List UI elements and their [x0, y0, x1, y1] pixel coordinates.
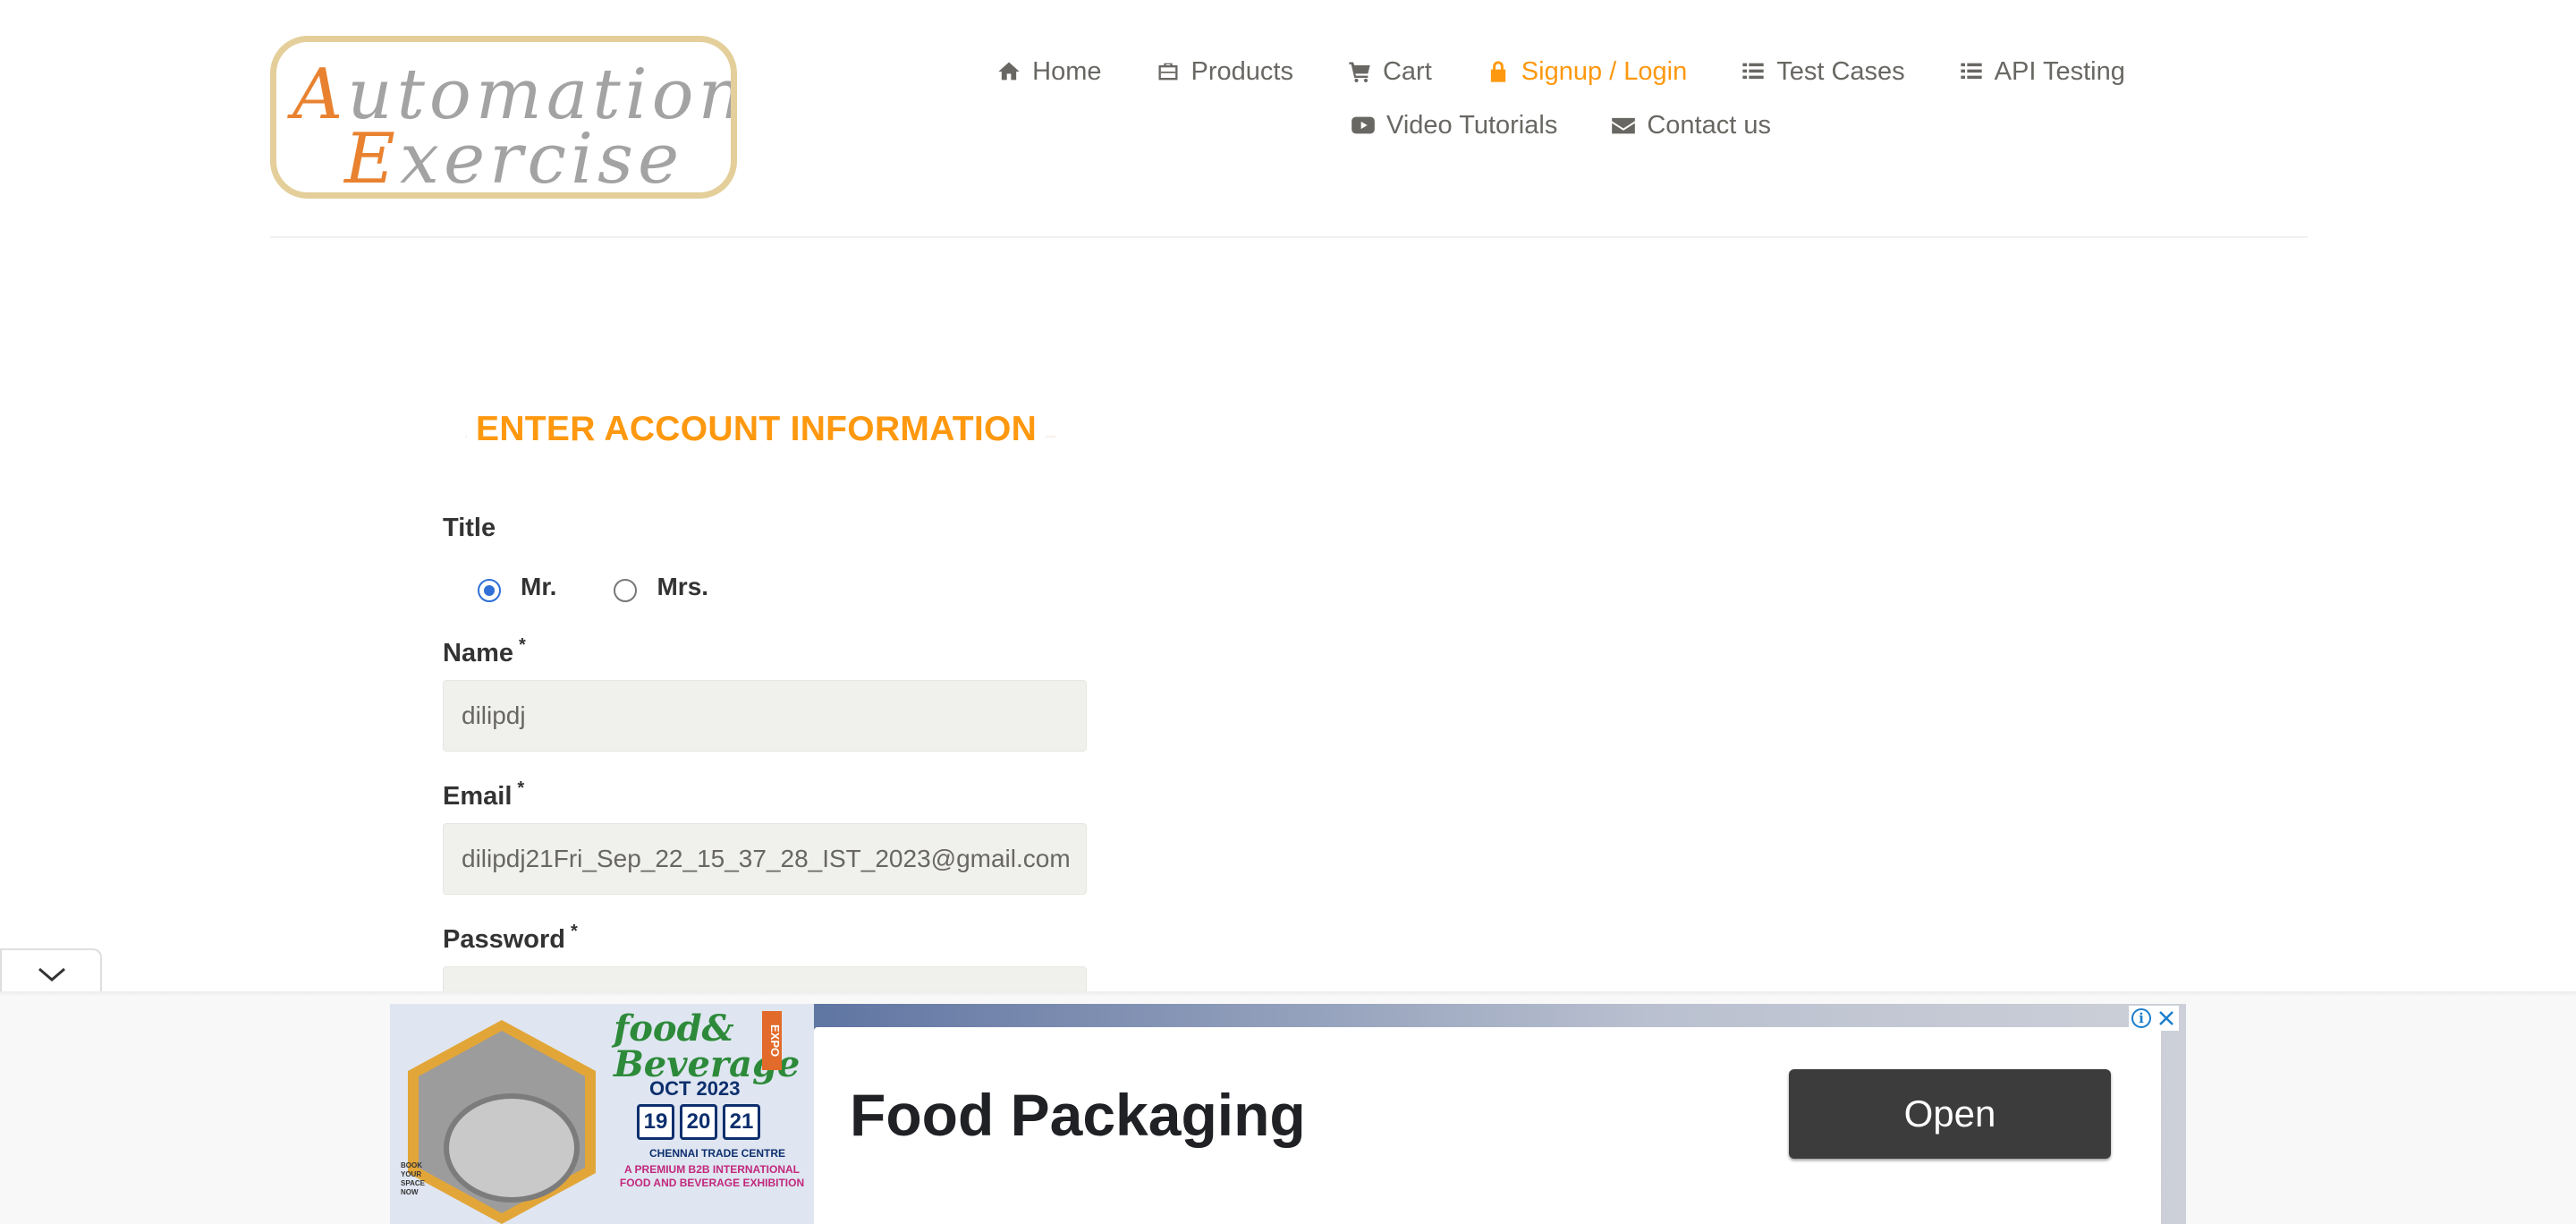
title-mr-radio[interactable]: Mr.	[478, 573, 557, 602]
youtube-play-icon	[1352, 116, 1375, 134]
nav-products-label: Products	[1191, 56, 1293, 86]
nav-video-tutorials-label: Video Tutorials	[1386, 110, 1558, 140]
nav-home-label: Home	[1032, 56, 1102, 86]
logo-word-exercise: Exercise	[344, 119, 684, 199]
envelope-icon	[1612, 117, 1636, 134]
nav-signup-login[interactable]: Signup / Login	[1486, 57, 1687, 87]
ad-day: 19	[637, 1104, 674, 1140]
ad-book-text: BOOK YOUR SPACE NOW	[401, 1161, 425, 1196]
home-icon	[998, 62, 1020, 81]
nav-row-1: Home Products Cart Signup / Login Test C…	[984, 47, 2138, 97]
password-label-group: Password *	[443, 922, 578, 955]
ad-days: 19 20 21	[637, 1104, 760, 1140]
nav-cart-label: Cart	[1382, 56, 1432, 86]
required-marker: *	[519, 635, 526, 655]
required-marker: *	[571, 922, 578, 941]
required-marker: *	[517, 778, 525, 798]
name-field[interactable]: dilipdj	[443, 680, 1087, 752]
nav-contact-us-label: Contact us	[1647, 110, 1771, 140]
main-nav: Home Products Cart Signup / Login Test C…	[984, 47, 2138, 150]
name-label-group: Name *	[443, 635, 526, 668]
nav-home[interactable]: Home	[996, 56, 1102, 87]
title-radio-group: Mr. Mrs.	[478, 573, 766, 602]
radio-mrs-unchecked[interactable]	[614, 579, 638, 602]
briefcase-icon	[1158, 63, 1178, 81]
title-mrs-radio[interactable]: Mrs.	[614, 573, 709, 602]
ad-collapse-tab[interactable]	[0, 948, 102, 995]
nav-products[interactable]: Products	[1156, 57, 1293, 87]
cart-icon	[1349, 62, 1370, 83]
nav-api-testing[interactable]: API Testing	[1959, 57, 2125, 87]
radio-mr-checked[interactable]	[478, 579, 501, 602]
chevron-down-icon	[38, 967, 65, 982]
ad-open-button[interactable]: Open	[1789, 1069, 2111, 1159]
ad-expo-tag: EXPO	[762, 1011, 782, 1070]
nav-contact-us[interactable]: Contact us	[1611, 111, 1771, 140]
ad-image[interactable]: BOOK YOUR SPACE NOW food& Beverage EXPO …	[390, 1004, 814, 1224]
password-label: Password	[443, 925, 565, 954]
ad-venue: CHENNAI TRADE CENTRE	[649, 1147, 786, 1160]
ad-day: 20	[680, 1104, 717, 1140]
nav-api-testing-label: API Testing	[1994, 56, 2125, 86]
title-mr-label: Mr.	[521, 573, 557, 600]
ad-tagline: A PREMIUM B2B INTERNATIONAL FOOD AND BEV…	[619, 1163, 805, 1189]
nav-row-2: Video Tutorials Contact us	[984, 100, 2138, 150]
site-logo[interactable]: Automation Exercise	[270, 36, 737, 199]
nav-test-cases-label: Test Cases	[1776, 56, 1905, 86]
ad-day: 21	[723, 1104, 760, 1140]
email-label-group: Email *	[443, 778, 524, 812]
close-icon[interactable]	[2157, 1008, 2176, 1028]
ad-card[interactable]: Food Packaging Open	[814, 1027, 2161, 1224]
ad-month: OCT 2023	[649, 1077, 741, 1100]
form-heading: ENTER ACCOUNT INFORMATION	[467, 410, 1046, 449]
name-label: Name	[443, 639, 513, 667]
list-icon	[1742, 63, 1764, 80]
ad-banner[interactable]: BOOK YOUR SPACE NOW food& Beverage EXPO …	[390, 1004, 2186, 1224]
nav-video-tutorials[interactable]: Video Tutorials	[1351, 111, 1557, 140]
email-field[interactable]: dilipdj21Fri_Sep_22_15_37_28_IST_2023@gm…	[443, 823, 1087, 895]
header-divider	[270, 236, 2308, 238]
title-label: Title	[443, 514, 496, 542]
nav-cart[interactable]: Cart	[1347, 57, 1432, 87]
lock-icon	[1490, 61, 1505, 82]
nav-signup-login-label: Signup / Login	[1521, 56, 1688, 86]
email-label: Email	[443, 782, 513, 811]
info-icon[interactable]: i	[2131, 1008, 2151, 1028]
ad-choices: i	[2129, 1006, 2179, 1031]
title-mrs-label: Mrs.	[657, 573, 709, 600]
list-icon	[1961, 63, 1982, 80]
ad-headline[interactable]: Food Packaging	[850, 1081, 1306, 1149]
nav-test-cases[interactable]: Test Cases	[1741, 56, 1905, 87]
ad-cookware-image	[444, 1093, 580, 1203]
